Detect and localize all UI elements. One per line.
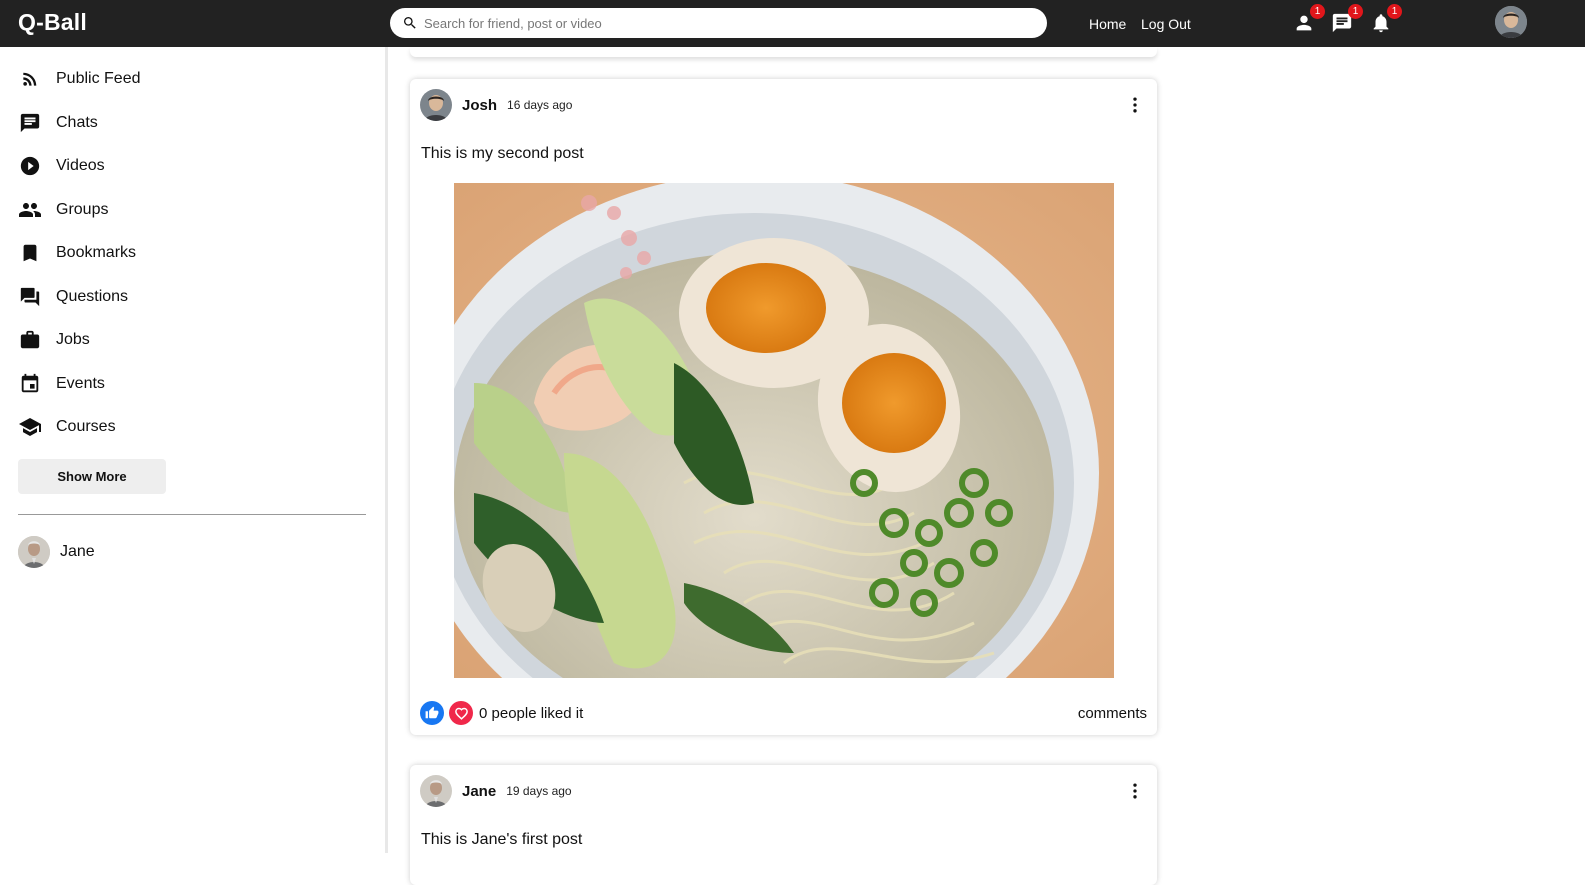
post-timestamp: 19 days ago: [506, 784, 572, 798]
friend-name: Jane: [60, 543, 95, 560]
friend-requests-badge: 1: [1310, 4, 1325, 19]
sidebar-divider: [18, 514, 366, 515]
author-avatar[interactable]: [420, 775, 452, 807]
logout-link[interactable]: Log Out: [1141, 16, 1191, 32]
more-options-icon[interactable]: [1125, 781, 1145, 801]
previous-post-card-edge: [410, 47, 1157, 57]
post-author[interactable]: Jane: [462, 783, 496, 800]
post-reactions: 0 people liked it: [420, 701, 583, 725]
heart-icon[interactable]: [449, 701, 473, 725]
messages-icon[interactable]: 1: [1331, 4, 1363, 34]
post-card: Josh 16 days ago This is my second post: [410, 79, 1157, 735]
author-avatar[interactable]: [420, 89, 452, 121]
like-icon[interactable]: [420, 701, 444, 725]
event-icon: [18, 372, 42, 396]
post-text: This is my second post: [421, 145, 584, 162]
post-card: Jane 19 days ago This is Jane's first po…: [410, 765, 1157, 885]
rss-feed-icon: [18, 67, 42, 91]
sidebar-item-courses[interactable]: Courses: [18, 413, 116, 441]
sidebar-item-label: Chats: [56, 114, 98, 131]
sidebar-scroll-divider: [385, 47, 388, 853]
top-bar: Q-Ball Home Log Out 1 1 1: [0, 0, 1585, 47]
notifications-badge: 1: [1387, 4, 1402, 19]
friend-item[interactable]: Jane: [18, 536, 95, 568]
question-answer-icon: [18, 285, 42, 309]
sidebar-item-label: Videos: [56, 157, 105, 174]
comments-link[interactable]: comments: [1078, 705, 1147, 722]
work-icon: [18, 328, 42, 352]
post-image[interactable]: [454, 183, 1114, 678]
sidebar-item-label: Events: [56, 375, 105, 392]
sidebar-item-bookmarks[interactable]: Bookmarks: [18, 239, 136, 267]
likes-count: 0 people liked it: [479, 704, 584, 722]
sidebar-item-public-feed[interactable]: Public Feed: [18, 65, 141, 93]
bookmark-icon: [18, 241, 42, 265]
search-icon: [402, 15, 418, 31]
group-icon: [18, 198, 42, 222]
sidebar-item-questions[interactable]: Questions: [18, 283, 128, 311]
messages-badge: 1: [1348, 4, 1363, 19]
app-logo[interactable]: Q-Ball: [18, 9, 87, 36]
post-header: Jane 19 days ago: [420, 775, 572, 807]
play-circle-icon: [18, 154, 42, 178]
sidebar-item-label: Public Feed: [56, 70, 141, 87]
home-link[interactable]: Home: [1089, 16, 1126, 32]
sidebar-item-label: Groups: [56, 201, 109, 218]
friend-requests-icon[interactable]: 1: [1293, 4, 1325, 34]
sidebar-item-label: Bookmarks: [56, 244, 137, 261]
school-icon: [18, 415, 42, 439]
notifications-icon[interactable]: 1: [1370, 4, 1402, 34]
post-header: Josh 16 days ago: [420, 89, 572, 121]
show-more-button[interactable]: Show More: [18, 459, 166, 494]
sidebar: Public Feed Chats Videos Groups Bookmark…: [0, 47, 385, 853]
sidebar-item-label: Jobs: [56, 331, 90, 348]
friend-avatar: [18, 536, 50, 568]
user-avatar[interactable]: [1495, 6, 1527, 38]
sidebar-item-groups[interactable]: Groups: [18, 196, 108, 224]
post-author[interactable]: Josh: [462, 97, 497, 114]
search-input[interactable]: [424, 15, 1024, 31]
post-timestamp: 16 days ago: [507, 98, 573, 112]
sidebar-item-label: Courses: [56, 418, 116, 435]
post-text: This is Jane's first post: [421, 831, 583, 848]
sidebar-item-chats[interactable]: Chats: [18, 109, 98, 137]
sidebar-item-videos[interactable]: Videos: [18, 152, 105, 180]
sidebar-item-jobs[interactable]: Jobs: [18, 326, 90, 354]
sidebar-item-events[interactable]: Events: [18, 370, 105, 398]
more-options-icon[interactable]: [1125, 95, 1145, 115]
chat-icon: [18, 111, 42, 135]
search-bar[interactable]: [390, 8, 1047, 38]
sidebar-item-label: Questions: [56, 288, 129, 305]
